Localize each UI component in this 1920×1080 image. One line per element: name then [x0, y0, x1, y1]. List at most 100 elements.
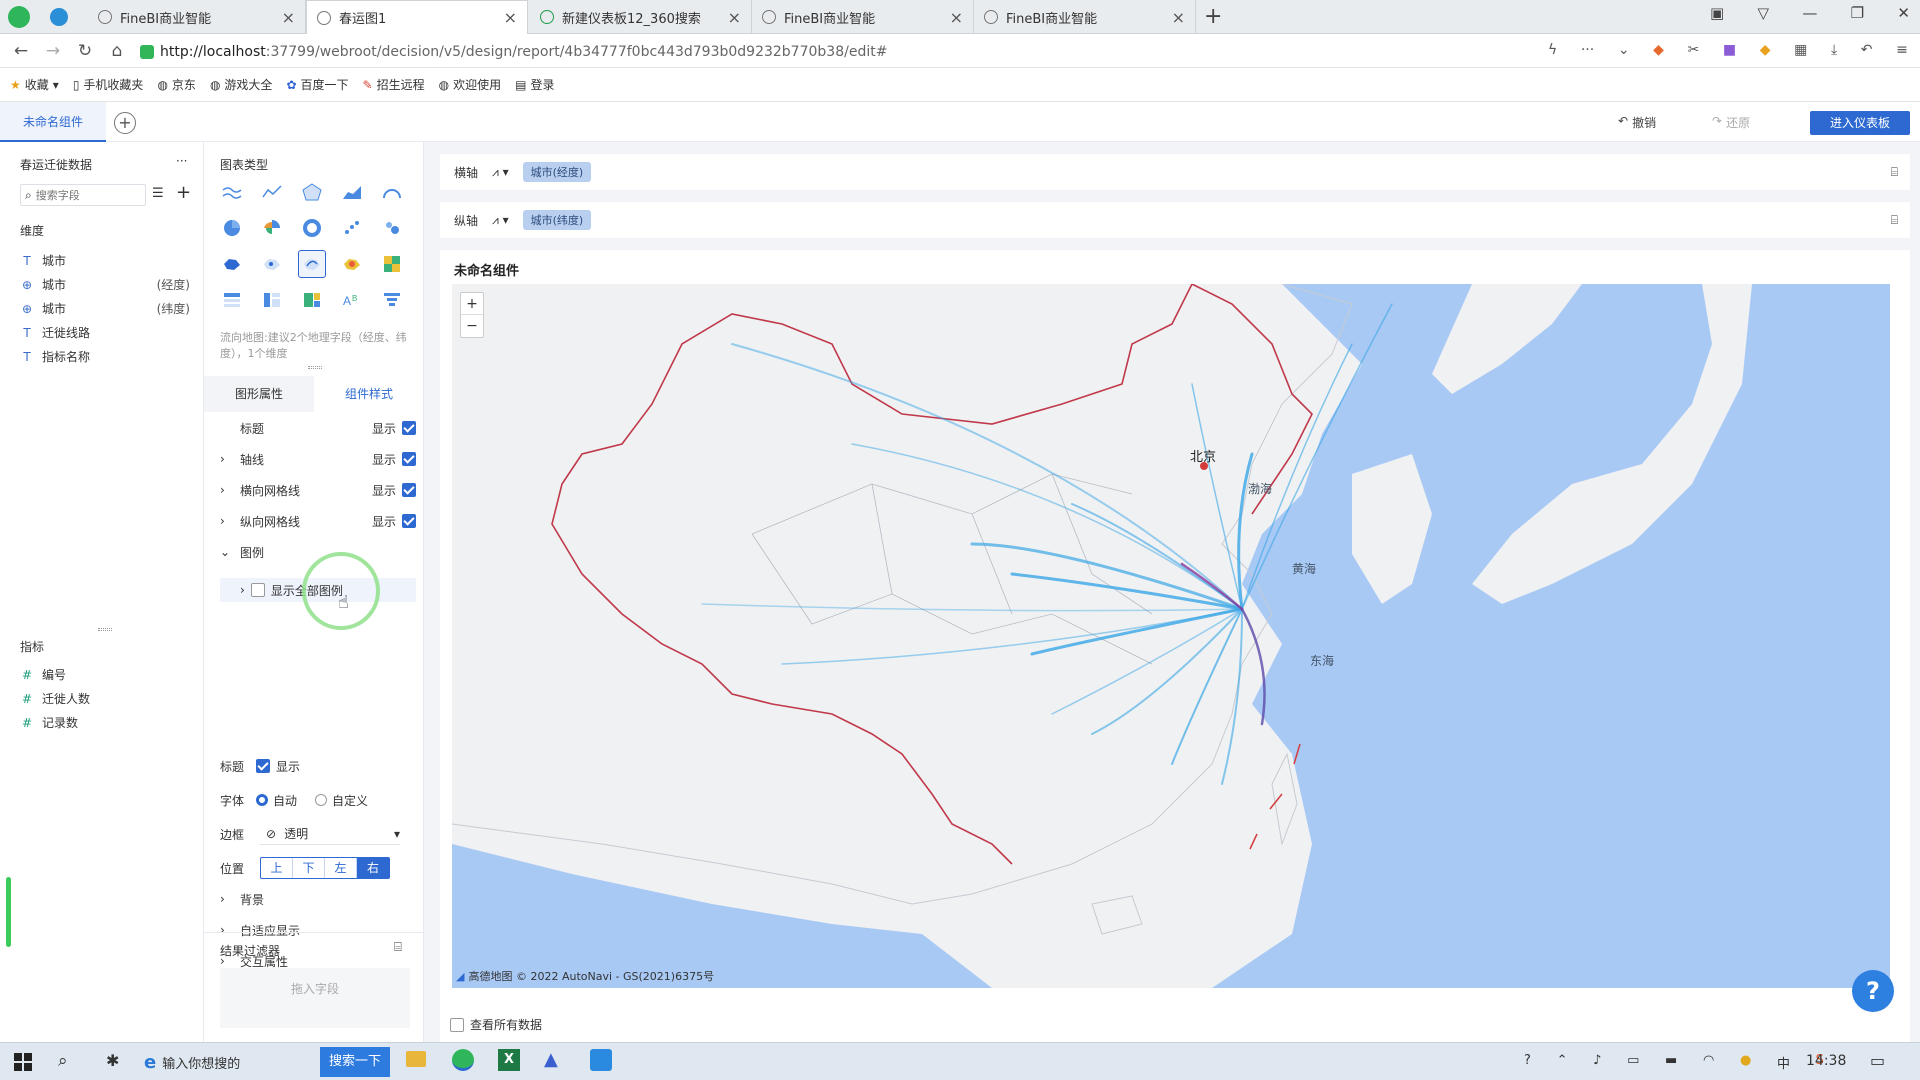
- tab-shape-properties[interactable]: 图形属性: [204, 376, 314, 412]
- border-select[interactable]: ⊘ 透明 ▾: [260, 823, 400, 845]
- reload-icon[interactable]: ↻: [74, 40, 96, 62]
- close-icon[interactable]: ×: [728, 8, 741, 27]
- bookmark-mobile[interactable]: ▯ 手机收藏夹: [73, 76, 144, 93]
- browser-tab-4[interactable]: FineBI商业智能 ×: [752, 0, 974, 34]
- bookmark-baidu[interactable]: ✿ 百度一下: [286, 76, 348, 93]
- filter-settings-icon[interactable]: ⌸: [394, 940, 402, 955]
- chart-type-rose-icon[interactable]: [258, 214, 286, 242]
- legend-title-checkbox[interactable]: [256, 759, 270, 773]
- scroll-indicator[interactable]: [6, 877, 11, 947]
- notification-icon[interactable]: ▭: [1870, 1051, 1885, 1070]
- chart-type-polyline-icon[interactable]: [258, 178, 286, 206]
- bookmark-jd[interactable]: ◍ 京东: [157, 76, 196, 93]
- position-left-button[interactable]: 左: [325, 858, 357, 878]
- vgrid-setting-row[interactable]: › 纵向网格线 显示: [220, 509, 416, 533]
- field-search[interactable]: ⌕: [20, 184, 146, 206]
- axis-chart-icon[interactable]: ⩘ ▾: [492, 213, 509, 228]
- chart-type-funnel-icon[interactable]: [378, 286, 406, 314]
- chart-type-region-map-icon[interactable]: [218, 250, 246, 278]
- position-top-button[interactable]: 上: [261, 858, 293, 878]
- skin-icon[interactable]: ▽: [1757, 4, 1769, 30]
- filter-fields-icon[interactable]: ☰: [152, 186, 164, 201]
- y-axis-field-pill[interactable]: 城市(纬度): [522, 210, 592, 230]
- dimension-field[interactable]: ⊕ 城市 (纬度): [20, 300, 190, 317]
- chart-type-area-icon[interactable]: [338, 178, 366, 206]
- clock[interactable]: 14:38: [1806, 1053, 1846, 1069]
- back-icon[interactable]: ←: [10, 40, 32, 62]
- zoom-in-button[interactable]: +: [461, 293, 483, 315]
- help-button[interactable]: ?: [1852, 970, 1894, 1012]
- lock-icon[interactable]: ⌸: [1891, 165, 1898, 180]
- title-show-checkbox[interactable]: [402, 421, 416, 435]
- ime-indicator[interactable]: 中: [1777, 1053, 1790, 1072]
- battery-icon[interactable]: ▬: [1665, 1053, 1677, 1072]
- browser-logo-icon[interactable]: [8, 6, 30, 28]
- bookmark-favorites[interactable]: ★ 收藏 ▾: [10, 76, 59, 93]
- measure-field[interactable]: # 编号: [20, 666, 190, 683]
- folder-icon[interactable]: [406, 1051, 426, 1067]
- taskbar-search-box[interactable]: e 输入你想搜的: [144, 1047, 320, 1077]
- splitter-handle[interactable]: [98, 628, 112, 631]
- volume-icon[interactable]: ♪: [1593, 1053, 1601, 1072]
- browser-tab-1[interactable]: FineBI商业智能 ×: [88, 0, 306, 34]
- app-icon[interactable]: ✱: [106, 1051, 119, 1070]
- url-field[interactable]: http://localhost:37799/webroot/decision/…: [140, 41, 1520, 63]
- chart-type-heat-map-icon[interactable]: [338, 250, 366, 278]
- close-window-icon[interactable]: ✕: [1897, 4, 1910, 30]
- dimension-field[interactable]: ⊕ 城市 (经度): [20, 276, 190, 293]
- search-icon[interactable]: ⌕: [58, 1051, 68, 1071]
- show-all-legend-checkbox[interactable]: [250, 583, 265, 597]
- lock-icon[interactable]: ⌸: [1891, 213, 1898, 228]
- restore-icon[interactable]: ❐: [1851, 4, 1864, 30]
- bookmark-login[interactable]: ▤ 登录: [515, 76, 554, 93]
- axis-show-checkbox[interactable]: [402, 452, 416, 466]
- splitter-handle[interactable]: [308, 366, 322, 369]
- windows-start-icon[interactable]: [14, 1053, 32, 1071]
- font-custom-radio[interactable]: [315, 794, 328, 806]
- close-icon[interactable]: ×: [1172, 8, 1185, 27]
- redo-button[interactable]: ↷ 还原: [1712, 114, 1750, 131]
- close-icon[interactable]: ×: [282, 8, 295, 27]
- browser-tab-3[interactable]: 新建仪表板12_360搜索 ×: [530, 0, 752, 34]
- axis-chart-icon[interactable]: ⩘ ▾: [492, 165, 509, 180]
- bookmark-enroll[interactable]: ✎ 招生远程: [363, 76, 425, 93]
- chart-type-donut-icon[interactable]: [298, 214, 326, 242]
- chart-type-flow-map-icon[interactable]: [298, 250, 326, 278]
- x-axis-field-pill[interactable]: 城市(经度): [522, 162, 592, 182]
- more-icon[interactable]: ···: [1581, 42, 1594, 58]
- finebi-icon[interactable]: [590, 1049, 612, 1071]
- chart-type-line-icon[interactable]: [218, 178, 246, 206]
- hgrid-show-checkbox[interactable]: [402, 483, 416, 497]
- chart-type-wordcloud-icon[interactable]: AB: [338, 286, 366, 314]
- bookmark-games[interactable]: ◍ 游戏大全: [210, 76, 273, 93]
- chevron-down-icon[interactable]: ⌄: [1618, 42, 1630, 58]
- sidebar-s-icon[interactable]: ▣: [1710, 4, 1724, 30]
- view-all-data-row[interactable]: 查看所有数据: [450, 1016, 542, 1033]
- flow-map[interactable]: 北京 渤海 黄海 东海 + − ◢ 高德地图 © 2022 AutoNavi -…: [452, 284, 1890, 988]
- browser-taskbar-icon[interactable]: [452, 1049, 474, 1071]
- forward-icon[interactable]: →: [42, 40, 64, 62]
- dimension-field[interactable]: T 迁徙线路: [20, 324, 190, 341]
- dimension-field[interactable]: T 城市: [20, 252, 190, 269]
- chart-type-radar-icon[interactable]: [298, 178, 326, 206]
- chart-type-gauge-icon[interactable]: [378, 178, 406, 206]
- add-field-icon[interactable]: +: [176, 182, 191, 203]
- view-all-data-checkbox[interactable]: [450, 1017, 464, 1032]
- vpn-icon[interactable]: ●: [1740, 1053, 1751, 1072]
- translate-icon[interactable]: ■: [1723, 42, 1736, 58]
- chart-type-pie-icon[interactable]: [218, 214, 246, 242]
- enter-dashboard-button[interactable]: 进入仪表板: [1810, 111, 1910, 135]
- chart-type-scatter-icon[interactable]: [338, 214, 366, 242]
- add-component-button[interactable]: +: [114, 112, 136, 134]
- taskbar-search-button[interactable]: 搜索一下: [320, 1047, 390, 1077]
- new-tab-button[interactable]: +: [1204, 4, 1222, 29]
- vgrid-show-checkbox[interactable]: [402, 514, 416, 528]
- telegram-icon[interactable]: [50, 8, 68, 26]
- chart-app-icon[interactable]: ▲: [544, 1049, 566, 1071]
- undo-button[interactable]: ↶ 撤销: [1618, 114, 1656, 131]
- excel-icon[interactable]: X: [498, 1049, 520, 1071]
- tab-component-style[interactable]: 组件样式: [314, 376, 424, 412]
- bookmark-welcome[interactable]: ◍ 欢迎使用: [439, 76, 502, 93]
- position-bottom-button[interactable]: 下: [293, 858, 325, 878]
- font-auto-radio[interactable]: [256, 794, 268, 806]
